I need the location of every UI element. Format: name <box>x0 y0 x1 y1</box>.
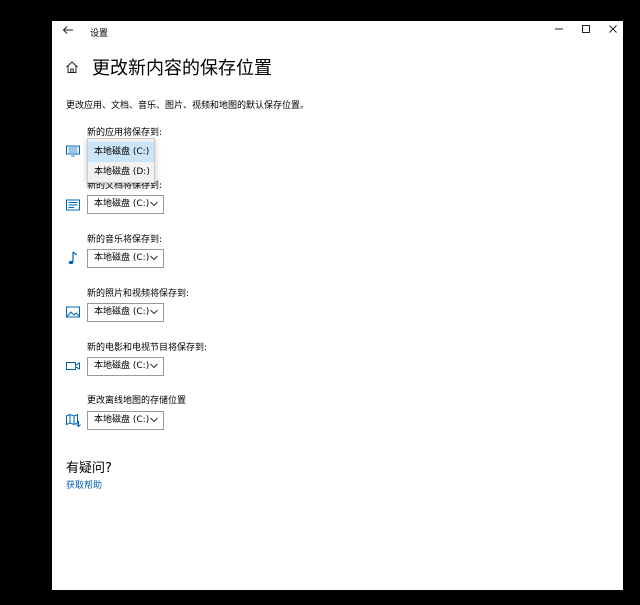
music-note-icon <box>65 250 81 266</box>
chevron-down-icon <box>150 417 158 423</box>
chevron-down-icon <box>150 309 158 315</box>
watermark: 头条 @少数派 <box>524 573 619 591</box>
document-drive-icon <box>65 197 81 213</box>
photos-save-label: 新的照片和视频将保存到: <box>87 289 190 299</box>
get-help-link[interactable]: 获取帮助 <box>66 478 102 491</box>
help-heading: 有疑问? <box>66 461 112 476</box>
music-save-label: 新的音乐将保存到: <box>87 235 163 245</box>
page-title: 更改新内容的保存位置 <box>92 58 272 79</box>
apps-save-label: 新的应用将保存到: <box>87 128 163 138</box>
video-camera-icon <box>65 358 81 374</box>
maps-location-dropdown[interactable]: 本地磁盘 (C:) <box>87 411 164 430</box>
map-icon <box>65 412 81 428</box>
photos-location-dropdown[interactable]: 本地磁盘 (C:) <box>87 303 164 322</box>
minimize-icon <box>555 28 563 30</box>
maps-storage-label: 更改离线地图的存储位置 <box>87 396 187 406</box>
monitor-icon <box>65 143 81 159</box>
home-icon[interactable] <box>65 59 79 73</box>
chevron-down-icon <box>150 201 158 207</box>
documents-location-value: 本地磁盘 (C:) <box>94 199 150 209</box>
settings-window: 设置 更改新内容的保存位置 更改应用、文档、音乐、图片、视频和地图的默认保存位置… <box>52 21 623 590</box>
movies-save-label: 新的电影和电视节目将保存到: <box>87 343 208 353</box>
chevron-down-icon <box>150 363 158 369</box>
window-title: 设置 <box>90 29 109 39</box>
close-icon <box>609 25 617 33</box>
page-description: 更改应用、文档、音乐、图片、视频和地图的默认保存位置。 <box>66 101 310 111</box>
music-location-dropdown[interactable]: 本地磁盘 (C:) <box>87 249 164 268</box>
maps-location-value: 本地磁盘 (C:) <box>94 415 150 425</box>
music-location-value: 本地磁盘 (C:) <box>94 253 150 263</box>
apps-location-dropdown-menu: 本地磁盘 (C:) 本地磁盘 (D:) <box>87 138 155 183</box>
dropdown-option-c-drive[interactable]: 本地磁盘 (C:) <box>88 142 154 162</box>
minimize-button[interactable] <box>544 21 574 41</box>
maximize-button[interactable] <box>571 21 601 41</box>
close-button[interactable] <box>598 21 628 41</box>
back-button[interactable] <box>60 24 76 40</box>
dropdown-option-d-drive[interactable]: 本地磁盘 (D:) <box>88 162 154 182</box>
movies-location-dropdown[interactable]: 本地磁盘 (C:) <box>87 357 164 376</box>
documents-location-dropdown[interactable]: 本地磁盘 (C:) <box>87 195 164 214</box>
back-arrow-icon <box>62 26 73 34</box>
movies-location-value: 本地磁盘 (C:) <box>94 361 150 371</box>
picture-icon <box>65 304 81 320</box>
maximize-icon <box>582 25 590 33</box>
photos-location-value: 本地磁盘 (C:) <box>94 307 150 317</box>
chevron-down-icon <box>150 255 158 261</box>
title-bar: 设置 <box>52 21 623 43</box>
